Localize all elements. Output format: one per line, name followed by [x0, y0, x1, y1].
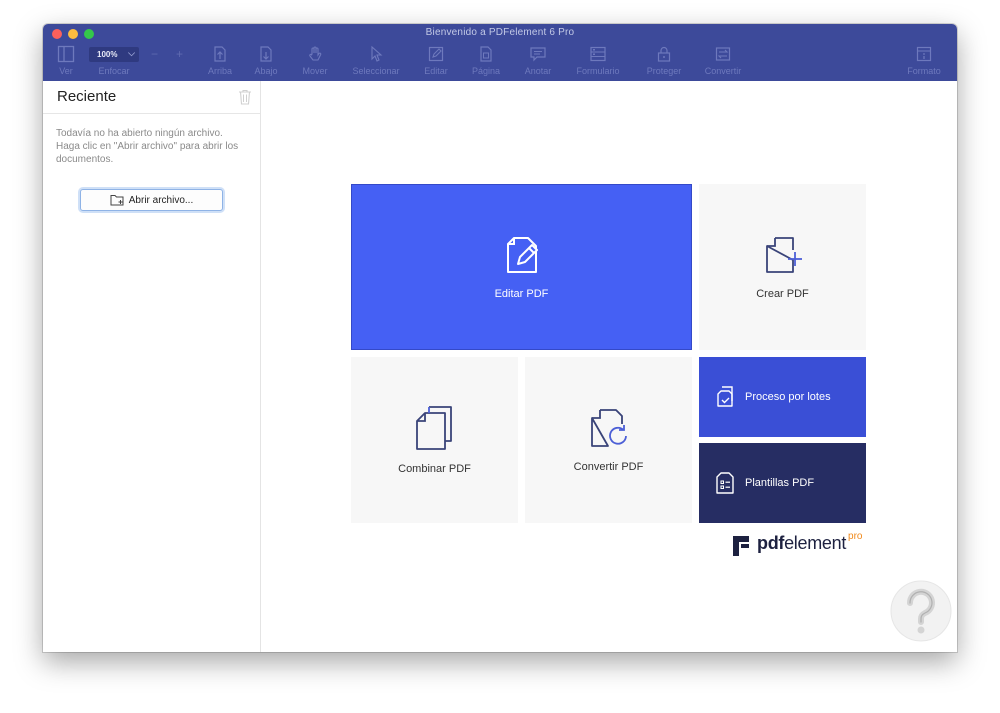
batch-process-tile[interactable]: Proceso por lotes: [699, 357, 866, 437]
toolbar-formato-button[interactable]: Formato: [905, 42, 943, 81]
page-icon: [480, 46, 492, 62]
batch-process-icon: [717, 386, 733, 407]
create-pdf-icon: [765, 237, 802, 273]
create-pdf-tile[interactable]: Crear PDF: [699, 184, 866, 350]
comment-icon: [530, 47, 546, 62]
edit-pdf-label: Editar PDF: [494, 288, 549, 300]
open-file-button[interactable]: Abrir archivo...: [80, 189, 223, 211]
toolbar-convertir-button[interactable]: Convertir: [701, 42, 745, 81]
toolbar-arriba-button[interactable]: Arriba: [203, 42, 237, 81]
edit-pdf-tile[interactable]: Editar PDF: [351, 184, 692, 350]
panel-icon: [57, 45, 75, 63]
combine-pdf-icon: [415, 406, 452, 450]
toolbar-editar-button[interactable]: Editar: [421, 42, 451, 81]
folder-add-icon: [110, 195, 124, 206]
lock-icon: [657, 46, 671, 62]
page-up-icon: [214, 46, 226, 62]
toolbar: Ver 100% ⌵ − + Enfocar Arriba Abajo Move…: [43, 42, 957, 81]
pdf-templates-label: Plantillas PDF: [745, 477, 815, 489]
zoom-in-button[interactable]: +: [176, 47, 183, 61]
batch-process-label: Proceso por lotes: [745, 391, 831, 403]
format-icon: [916, 46, 932, 62]
combine-pdf-label: Combinar PDF: [398, 463, 471, 475]
convert-pdf-icon: [590, 409, 627, 447]
brand-edition: pro: [848, 531, 863, 542]
hand-icon: [309, 46, 322, 61]
sidebar-title: Reciente: [57, 88, 117, 105]
window-title: Bienvenido a PDFelement 6 Pro: [425, 27, 575, 38]
convert-pdf-label: Convertir PDF: [573, 461, 644, 473]
sidebar-header: Reciente: [43, 81, 260, 114]
toolbar-ver-button[interactable]: Ver: [53, 42, 79, 81]
pdf-templates-icon: [716, 472, 734, 494]
toolbar-abajo-button[interactable]: Abajo: [250, 42, 282, 81]
welcome-panel: Editar PDF Crear PDF Combinar PDF Conver…: [261, 81, 957, 652]
pdfelement-logo: pdfelement pro: [733, 531, 863, 556]
app-window: Bienvenido a PDFelement 6 Pro Ver 100% ⌵…: [43, 24, 957, 652]
title-bar: Bienvenido a PDFelement 6 Pro Ver 100% ⌵…: [43, 24, 957, 81]
edit-pdf-icon: [506, 237, 538, 273]
brand-name-rest: element: [784, 533, 847, 553]
convert-icon: [715, 47, 731, 61]
zoom-out-button[interactable]: −: [151, 47, 158, 61]
toolbar-enfocar-label: Enfocar: [98, 66, 130, 76]
toolbar-anotar-button[interactable]: Anotar: [521, 42, 555, 81]
empty-recent-message: Todavía no ha abierto ningún archivo. Ha…: [56, 128, 239, 165]
toolbar-proteger-button[interactable]: Proteger: [643, 42, 685, 81]
toolbar-mover-button[interactable]: Mover: [299, 42, 331, 81]
form-icon: [590, 46, 606, 62]
combine-pdf-tile[interactable]: Combinar PDF: [351, 357, 518, 523]
pdfelement-logo-icon: [733, 536, 749, 556]
watermark-logo-icon: [890, 580, 952, 642]
toolbar-pagina-button[interactable]: Página: [469, 42, 503, 81]
toolbar-seleccionar-button[interactable]: Seleccionar: [348, 42, 404, 81]
recent-sidebar: Reciente Todavía no ha abierto ningún ar…: [43, 81, 261, 652]
convert-pdf-tile[interactable]: Convertir PDF: [525, 357, 692, 523]
trash-icon[interactable]: [238, 89, 252, 105]
toolbar-formulario-button[interactable]: Formulario: [571, 42, 625, 81]
pdf-templates-tile[interactable]: Plantillas PDF: [699, 443, 866, 523]
edit-icon: [428, 46, 444, 62]
page-down-icon: [260, 46, 272, 62]
create-pdf-label: Crear PDF: [756, 288, 809, 300]
cursor-icon: [371, 45, 383, 62]
brand-name-bold: pdf: [757, 533, 785, 553]
